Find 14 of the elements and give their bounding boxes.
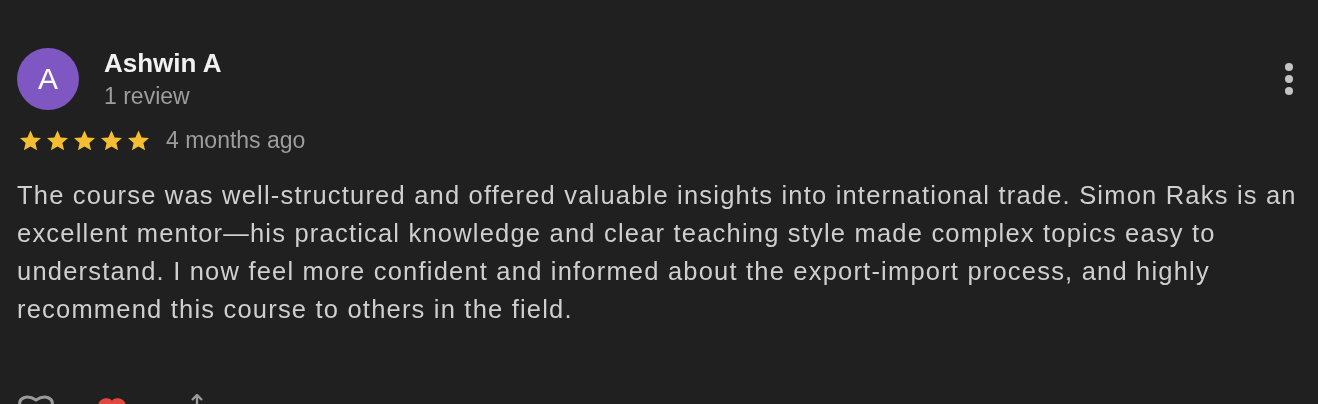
reviewer-name[interactable]: Ashwin A (104, 48, 1284, 79)
star-icon (17, 128, 44, 153)
star-icon (71, 128, 98, 153)
review-count: 1 review (104, 83, 191, 110)
star-icon (44, 128, 71, 153)
star-icon (125, 128, 152, 153)
review-text: The course was well-structured and offered valuable insights into international trade. Simon Raks is an excellent mentor—his practical knowledge and clear teaching style made complex topics easy to understand. I now feel more confident and informed about the export-import process, and highly recommend this course to others in the field. (17, 180, 1298, 325)
heart-icon (98, 396, 126, 404)
star-icon (98, 128, 125, 153)
share-icon[interactable] (189, 394, 205, 404)
like-icon[interactable] (17, 394, 55, 404)
more-options-icon[interactable] (1284, 62, 1294, 96)
review-date: 4 months ago (166, 127, 306, 154)
avatar: A (17, 48, 79, 110)
